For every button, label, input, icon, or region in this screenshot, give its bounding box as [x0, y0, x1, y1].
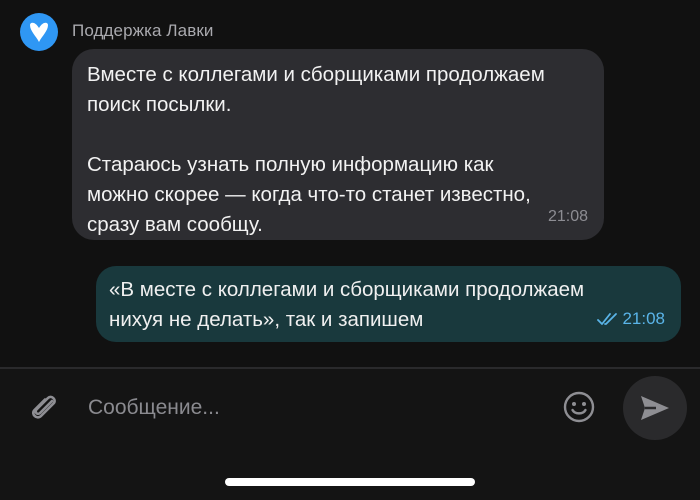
- message-time: 21:08: [547, 208, 588, 225]
- outgoing-message-text: «В месте с коллегами и сборщиками продол…: [109, 275, 665, 335]
- smiley-icon[interactable]: [562, 390, 596, 424]
- incoming-message-bubble[interactable]: Вместе с коллегами и сборщиками продолжа…: [72, 49, 604, 240]
- outgoing-message-bubble[interactable]: «В месте с коллегами и сборщиками продол…: [96, 266, 681, 342]
- chat-area: Поддержка Лавки Вместе с коллегами и сбо…: [0, 0, 700, 368]
- paperclip-icon[interactable]: [28, 391, 62, 425]
- heart-logo-icon: [30, 22, 48, 42]
- send-button[interactable]: [623, 376, 687, 440]
- sender-name: Поддержка Лавки: [72, 21, 214, 40]
- message-line: сразу вам сообщу.: [87, 213, 263, 236]
- message-input[interactable]: [88, 393, 528, 423]
- message-line: нихуя не делать», так и запишем: [109, 308, 424, 331]
- message-line: Стараюсь узнать полную информацию как: [87, 153, 494, 176]
- send-arrow-icon: [641, 396, 669, 420]
- message-line: можно скорее — когда что-то станет извес…: [87, 183, 531, 206]
- message-line: поиск посылки.: [87, 93, 232, 116]
- message-line: Вместе с коллегами и сборщиками продолжа…: [87, 63, 545, 86]
- avatar[interactable]: [20, 13, 58, 51]
- incoming-message-text: Вместе с коллегами и сборщиками продолжа…: [87, 60, 588, 240]
- message-time: 21:08: [622, 309, 665, 328]
- message-status: 21:08: [597, 309, 665, 329]
- home-indicator[interactable]: [225, 478, 475, 486]
- double-check-icon: [597, 313, 618, 325]
- message-line: «В месте с коллегами и сборщиками продол…: [109, 278, 585, 301]
